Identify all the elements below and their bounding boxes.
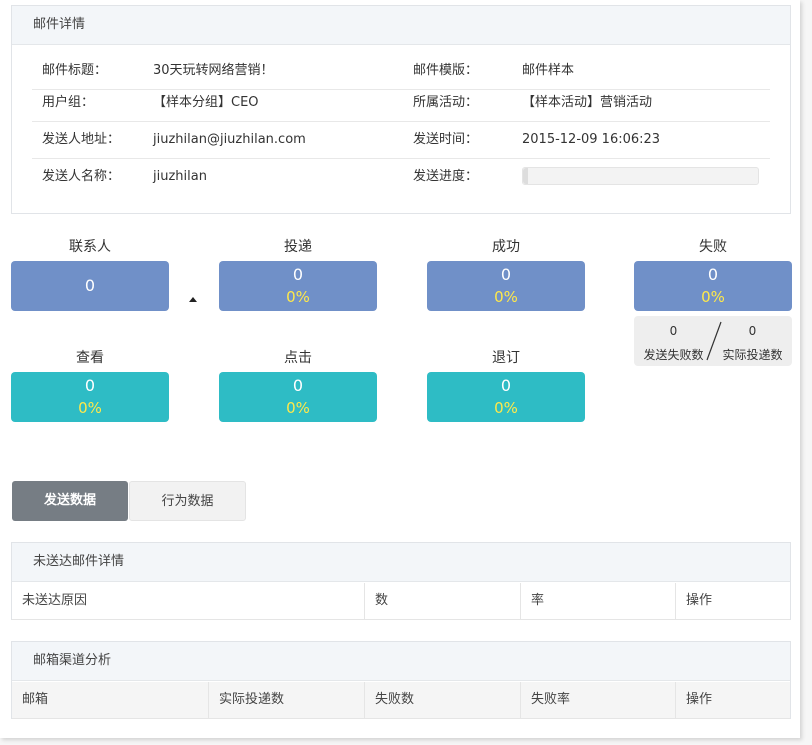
- tab-behavior-data[interactable]: 行为数据: [129, 481, 246, 521]
- info-row-sender-address: 发送人地址： jiuzhilan@jiuzhilan.com 发送时间： 201…: [32, 121, 770, 159]
- contacts-value: 0: [84, 276, 96, 295]
- send-time-label: 发送时间：: [413, 132, 479, 147]
- mailbox-table-header: 邮箱 实际投递数 失败数 失败率 操作: [12, 682, 790, 719]
- failed-box[interactable]: 0 0%: [634, 261, 792, 311]
- mail-detail-panel: 邮件详情 邮件标题： 30天玩转网络营销！ 邮件模版： 邮件样本 用户组： 【样…: [11, 5, 791, 214]
- success-pct: 0%: [494, 288, 518, 306]
- page: 邮件详情 邮件标题： 30天玩转网络营销！ 邮件模版： 邮件样本 用户组： 【样…: [0, 0, 800, 738]
- unsubscribed-box[interactable]: 0 0%: [427, 372, 585, 422]
- unsubscribed-label: 退订: [492, 350, 520, 366]
- mail-detail-title: 邮件详情: [12, 6, 790, 45]
- failed-pct: 0%: [701, 288, 725, 306]
- col-actual-delivered: 实际投递数: [208, 682, 364, 718]
- send-fail-label: 发送失败数: [643, 348, 704, 362]
- user-group-value: 【样本分组】CEO: [153, 95, 259, 110]
- viewed-value: 0: [84, 376, 96, 395]
- contacts-label: 联系人: [69, 239, 111, 255]
- failed-value: 0: [707, 265, 719, 284]
- mailbox-channel-panel: 邮箱渠道分析 邮箱 实际投递数 失败数 失败率 操作: [11, 641, 791, 719]
- col-mailbox-action: 操作: [675, 682, 790, 718]
- sender-address-value: jiuzhilan@jiuzhilan.com: [153, 132, 306, 147]
- failed-label: 失败: [699, 239, 727, 255]
- send-time-value: 2015-12-09 16:06:23: [522, 132, 661, 147]
- delivered-box[interactable]: 0 0%: [219, 261, 377, 311]
- delivered-value: 0: [292, 265, 304, 284]
- mailbox-channel-title: 邮箱渠道分析: [12, 642, 790, 681]
- col-fail-count: 失败数: [364, 682, 520, 718]
- campaign-label: 所属活动：: [413, 95, 479, 110]
- sender-address-label: 发送人地址：: [42, 132, 121, 147]
- clicked-label: 点击: [284, 350, 312, 366]
- caret-up-icon: [189, 297, 197, 302]
- info-row-sender-name: 发送人名称： jiuzhilan 发送进度：: [32, 158, 770, 195]
- viewed-box[interactable]: 0 0%: [11, 372, 169, 422]
- info-row-group: 用户组： 【样本分组】CEO 所属活动： 【样本活动】营销活动: [32, 84, 770, 122]
- actual-delivered-count: 0: [748, 324, 757, 338]
- send-fail-count: 0: [669, 324, 678, 338]
- undelivered-table-header: 未送达原因 数 率 操作: [12, 583, 790, 620]
- viewed-pct: 0%: [78, 399, 102, 417]
- undelivered-panel: 未送达邮件详情 未送达原因 数 率 操作: [11, 542, 791, 620]
- clicked-pct: 0%: [286, 399, 310, 417]
- send-progress-label: 发送进度：: [413, 169, 479, 184]
- col-fail-rate: 失败率: [520, 682, 675, 718]
- viewed-label: 查看: [76, 350, 104, 366]
- col-action: 操作: [675, 583, 790, 619]
- clicked-value: 0: [292, 376, 304, 395]
- col-count: 数: [364, 583, 520, 619]
- sender-name-value: jiuzhilan: [153, 169, 207, 184]
- tab-send-data[interactable]: 发送数据: [12, 481, 128, 521]
- col-undelivered-reason: 未送达原因: [22, 593, 88, 608]
- sender-name-label: 发送人名称：: [42, 169, 121, 184]
- success-box[interactable]: 0 0%: [427, 261, 585, 311]
- success-label: 成功: [492, 239, 520, 255]
- unsubscribed-pct: 0%: [494, 399, 518, 417]
- clicked-box[interactable]: 0 0%: [219, 372, 377, 422]
- unsubscribed-value: 0: [500, 376, 512, 395]
- delivered-label: 投递: [284, 239, 312, 255]
- success-value: 0: [500, 265, 512, 284]
- send-progress-fill: [523, 168, 528, 184]
- undelivered-title: 未送达邮件详情: [12, 543, 790, 582]
- user-group-label: 用户组：: [42, 95, 95, 110]
- delivered-pct: 0%: [286, 288, 310, 306]
- campaign-value: 【样本活动】营销活动: [522, 95, 653, 110]
- fail-detail-box: 0 发送失败数 0 实际投递数: [634, 316, 792, 366]
- col-rate: 率: [520, 583, 675, 619]
- send-progress-bar: [522, 167, 759, 185]
- col-mailbox: 邮箱: [22, 692, 49, 707]
- contacts-box[interactable]: 0: [11, 261, 169, 311]
- actual-delivered-label: 实际投递数: [722, 348, 783, 362]
